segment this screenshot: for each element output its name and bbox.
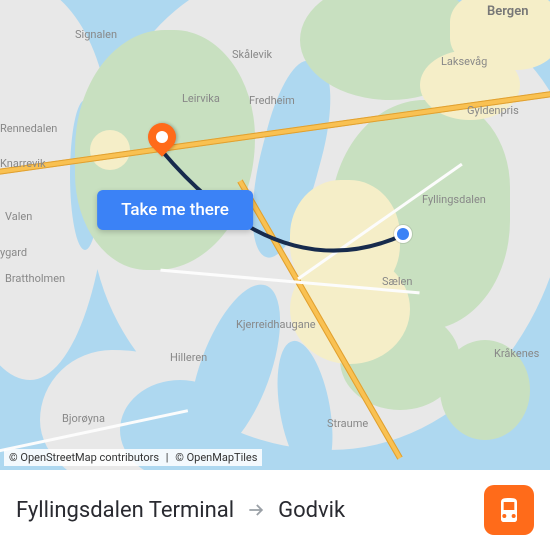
separator: | bbox=[166, 451, 169, 464]
map-label-skalevik: Skålevik bbox=[232, 48, 272, 61]
moovit-logo-icon bbox=[493, 494, 525, 526]
map-label-signalen: Signalen bbox=[75, 28, 117, 41]
osm-attribution-link[interactable]: © OpenStreetMap contributors bbox=[9, 451, 159, 464]
take-me-there-button[interactable]: Take me there bbox=[97, 190, 253, 230]
omt-attribution-link[interactable]: © OpenMapTiles bbox=[175, 451, 257, 464]
destination-pin-icon bbox=[142, 117, 182, 157]
map-label-krakenes: Kråkenes bbox=[494, 347, 539, 360]
map-label-ygard: ygard bbox=[0, 246, 27, 259]
map-attribution: © OpenStreetMap contributors | © OpenMap… bbox=[4, 449, 262, 466]
map-label-valen: Valen bbox=[5, 210, 32, 223]
map-label-gyldenpris: Gyldenpris bbox=[467, 104, 519, 117]
route-destination-label: Godvik bbox=[278, 498, 345, 523]
moovit-logo[interactable] bbox=[484, 485, 534, 535]
map-label-hilleren: Hilleren bbox=[170, 351, 207, 364]
origin-dot-icon bbox=[394, 225, 412, 243]
map-label-fyllingsdalen: Fyllingsdalen bbox=[422, 193, 486, 206]
map-label-fredheim: Fredheim bbox=[249, 94, 295, 107]
arrow-right-icon bbox=[246, 500, 266, 520]
map-label-brattholmen: Brattholmen bbox=[5, 272, 65, 285]
route-origin-label: Fyllingsdalen Terminal bbox=[16, 498, 234, 523]
map-label-rennedalen: Rennedalen bbox=[0, 122, 57, 135]
map-label-bergen: Bergen bbox=[487, 4, 528, 19]
map-viewport[interactable]: Bergen Signalen Skålevik Laksevåg Leirvika Fr… bbox=[0, 0, 550, 470]
destination-marker[interactable] bbox=[148, 123, 176, 151]
map-label-leirvika: Leirvika bbox=[182, 92, 220, 105]
route-summary-bar: Fyllingsdalen Terminal Godvik bbox=[0, 470, 550, 550]
map-label-bjoroyna: Bjorøyna bbox=[62, 412, 105, 425]
map-label-straume: Straume bbox=[327, 417, 368, 430]
map-label-laksevag: Laksevåg bbox=[441, 55, 487, 68]
map-label-saelen: Sælen bbox=[382, 275, 412, 288]
map-label-kjerreidhaugane: Kjerreidhaugane bbox=[236, 318, 316, 331]
origin-marker[interactable] bbox=[394, 225, 412, 243]
map-label-knarrevik: Knarrevik bbox=[0, 157, 46, 170]
